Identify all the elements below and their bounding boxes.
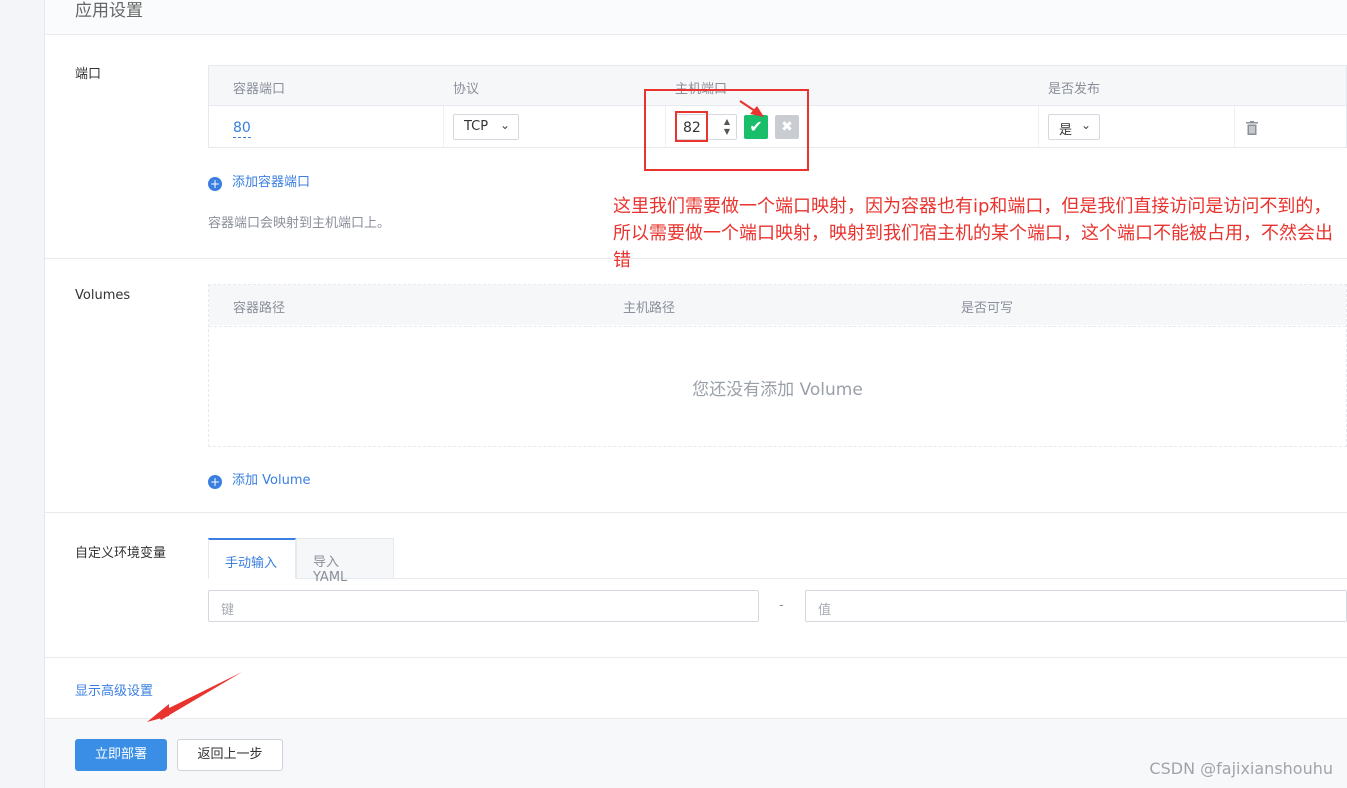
volumes-table-header: 容器路径 主机路径 是否可写 — [209, 285, 1346, 325]
trash-icon[interactable] — [1246, 121, 1258, 135]
kv-separator: - — [779, 598, 784, 613]
section-title: 应用设置 — [75, 1, 143, 21]
add-container-port-label: 添加容器端口 — [232, 175, 311, 190]
column-header-protocol: 协议 — [453, 82, 480, 97]
add-volume-link[interactable]: + 添加 Volume — [208, 469, 310, 489]
env-label: 自定义环境变量 — [75, 546, 167, 561]
annotation-arrow-bottom — [147, 672, 242, 722]
divider — [45, 512, 1347, 513]
chevron-down-icon: ⌄ — [1080, 118, 1091, 132]
plus-circle-icon: + — [208, 177, 222, 191]
volumes-empty-text: 您还没有添加 Volume — [692, 380, 863, 400]
protocol-value: TCP — [464, 119, 489, 134]
publish-value: 是 — [1059, 123, 1073, 138]
tab-import-yaml[interactable]: 导入 YAML — [296, 538, 394, 585]
back-button[interactable]: 返回上一步 — [177, 739, 283, 771]
column-header-publish: 是否发布 — [1048, 82, 1101, 97]
env-value-input[interactable]: 值 — [805, 590, 1347, 622]
volumes-label: Volumes — [75, 288, 131, 303]
section-header: 应用设置 — [45, 0, 1347, 35]
divider — [45, 657, 1347, 658]
add-container-port-link[interactable]: + 添加容器端口 — [208, 171, 310, 191]
column-header-writable: 是否可写 — [961, 301, 1014, 316]
protocol-select[interactable]: TCP ⌄ — [453, 114, 519, 140]
tab-manual-input[interactable]: 手动输入 — [208, 538, 296, 579]
cell-divider — [1234, 106, 1235, 147]
left-sidebar-strip — [0, 0, 45, 788]
annotation-box — [675, 111, 708, 142]
add-volume-label: 添加 Volume — [232, 473, 311, 488]
env-tabs: 手动输入 导入 YAML — [208, 538, 1347, 585]
watermark: CSDN @fajixianshouhu — [1149, 759, 1333, 778]
column-header-host-path: 主机路径 — [623, 301, 676, 316]
column-header-container-port: 容器端口 — [233, 82, 286, 97]
cell-divider — [1038, 106, 1039, 147]
deploy-button[interactable]: 立即部署 — [75, 739, 167, 771]
ports-label: 端口 — [75, 67, 102, 82]
env-key-input[interactable]: 键 — [208, 590, 759, 622]
container-port-value[interactable]: 80 — [233, 120, 251, 138]
show-advanced-settings-link[interactable]: 显示高级设置 — [75, 680, 153, 699]
column-header-container-path: 容器路径 — [233, 301, 286, 316]
volumes-table: 容器路径 主机路径 是否可写 您还没有添加 Volume — [208, 284, 1347, 447]
ports-hint: 容器端口会映射到主机端口上。 — [208, 216, 391, 231]
volumes-empty-state: 您还没有添加 Volume — [209, 326, 1346, 446]
plus-circle-icon: + — [208, 475, 222, 489]
annotation-text: 这里我们需要做一个端口映射，因为容器也有ip和端口，但是我们直接访问是访问不到的… — [613, 196, 1333, 271]
app-settings-panel: 应用设置 端口 容器端口 协议 主机端口 是否发布 80 TCP ⌄ 82 ▲ ▼… — [45, 0, 1347, 788]
chevron-down-icon: ⌄ — [499, 118, 510, 132]
annotation-box — [644, 89, 809, 171]
publish-select[interactable]: 是 ⌄ — [1048, 114, 1100, 140]
cell-divider — [443, 106, 444, 147]
